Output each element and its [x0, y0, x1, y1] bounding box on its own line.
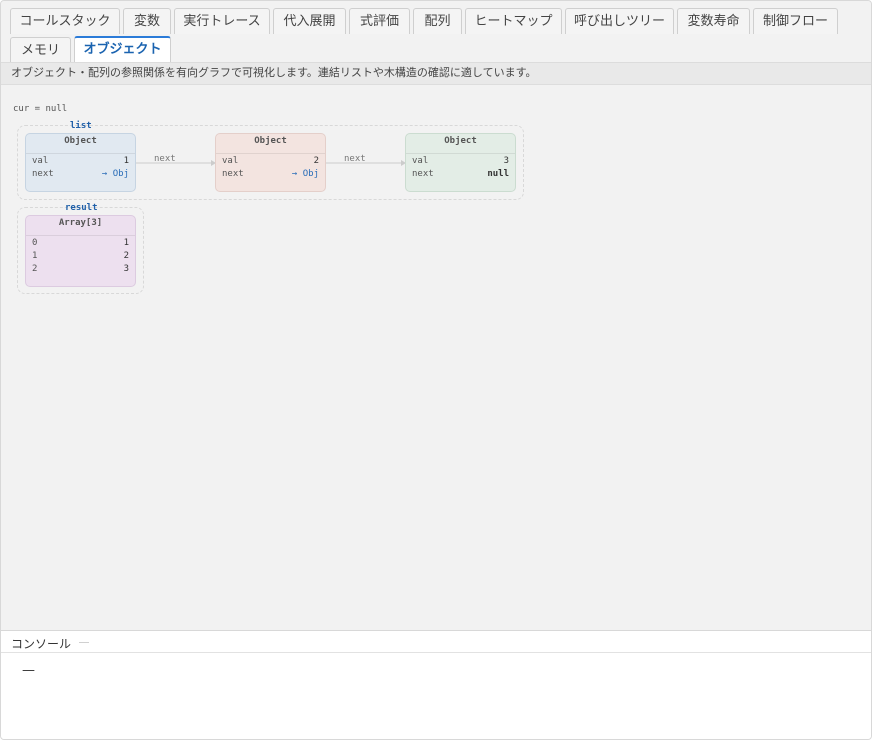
- node-row: next null: [412, 168, 509, 180]
- node-row: next → Obj: [32, 168, 129, 180]
- node-divider: [26, 235, 135, 236]
- array-row: 2 3: [32, 263, 129, 275]
- console-empty-placeholder: —: [22, 663, 35, 678]
- tab-control-flow[interactable]: 制御フロー: [753, 8, 838, 34]
- row-key: 1: [32, 251, 38, 261]
- app-frame: コールスタック 変数 実行トレース 代入展開 式評価 配列 ヒートマップ 呼び出…: [0, 0, 872, 740]
- node-title: Array[3]: [58, 218, 103, 228]
- tab-variables[interactable]: 変数: [123, 8, 171, 34]
- array-row: 0 1: [32, 237, 129, 249]
- node-title: Object: [444, 136, 477, 146]
- object-node-2[interactable]: Object val 2 next → Obj: [215, 133, 326, 192]
- tab-memory[interactable]: メモリ: [10, 37, 71, 63]
- row-key: next: [222, 169, 244, 179]
- array-row: 1 2: [32, 250, 129, 262]
- row-value: 3: [123, 264, 129, 274]
- object-node-1[interactable]: Object val 1 next → Obj: [25, 133, 136, 192]
- node-row: val 3: [412, 155, 509, 167]
- row-value: 3: [503, 156, 509, 166]
- node-divider: [26, 153, 135, 154]
- edge-label-1: next: [154, 154, 176, 164]
- row-value: 2: [123, 251, 129, 261]
- row-key: next: [32, 169, 54, 179]
- tab-heatmap[interactable]: ヒートマップ: [465, 8, 562, 34]
- node-row: val 1: [32, 155, 129, 167]
- array-node[interactable]: Array[3] 0 1 1 2 2 3: [25, 215, 136, 287]
- tab-array[interactable]: 配列: [413, 8, 462, 34]
- row-key: 0: [32, 238, 38, 248]
- object-node-3[interactable]: Object val 3 next null: [405, 133, 516, 192]
- row-value: 1: [123, 238, 129, 248]
- row-value: 2: [313, 156, 319, 166]
- tab-variable-lifetime[interactable]: 変数寿命: [677, 8, 750, 34]
- node-divider: [216, 153, 325, 154]
- console-output[interactable]: —: [1, 653, 871, 739]
- tab-description: オブジェクト・配列の参照関係を有向グラフで可視化します。連結リストや木構造の確認…: [1, 63, 871, 85]
- node-row: val 2: [222, 155, 319, 167]
- tab-call-stack[interactable]: コールスタック: [10, 8, 120, 34]
- console-header: コンソール: [1, 630, 871, 653]
- node-title: Object: [64, 136, 97, 146]
- row-value: 1: [123, 156, 129, 166]
- row-key: 2: [32, 264, 38, 274]
- tab-execution-trace[interactable]: 実行トレース: [174, 8, 270, 34]
- row-value-null: null: [487, 169, 509, 179]
- graph-canvas: cur = null list result next next Object …: [1, 86, 871, 630]
- node-divider: [406, 153, 515, 154]
- row-key: val: [222, 156, 239, 166]
- row-value-ref[interactable]: → Obj: [102, 168, 129, 180]
- node-title: Object: [254, 136, 287, 146]
- row-key: val: [412, 156, 429, 166]
- tab-assignment-expansion[interactable]: 代入展開: [273, 8, 346, 34]
- tab-expression-eval[interactable]: 式評価: [349, 8, 410, 34]
- tab-call-tree[interactable]: 呼び出しツリー: [565, 8, 674, 34]
- edge-label-2: next: [344, 154, 366, 164]
- row-value-ref[interactable]: → Obj: [292, 168, 319, 180]
- row-key: val: [32, 156, 49, 166]
- node-row: next → Obj: [222, 168, 319, 180]
- console-title: コンソール: [11, 637, 72, 651]
- tab-bar: コールスタック 変数 実行トレース 代入展開 式評価 配列 ヒートマップ 呼び出…: [1, 1, 871, 63]
- console-divider: [79, 642, 89, 643]
- tab-object[interactable]: オブジェクト: [74, 36, 171, 63]
- row-key: next: [412, 169, 434, 179]
